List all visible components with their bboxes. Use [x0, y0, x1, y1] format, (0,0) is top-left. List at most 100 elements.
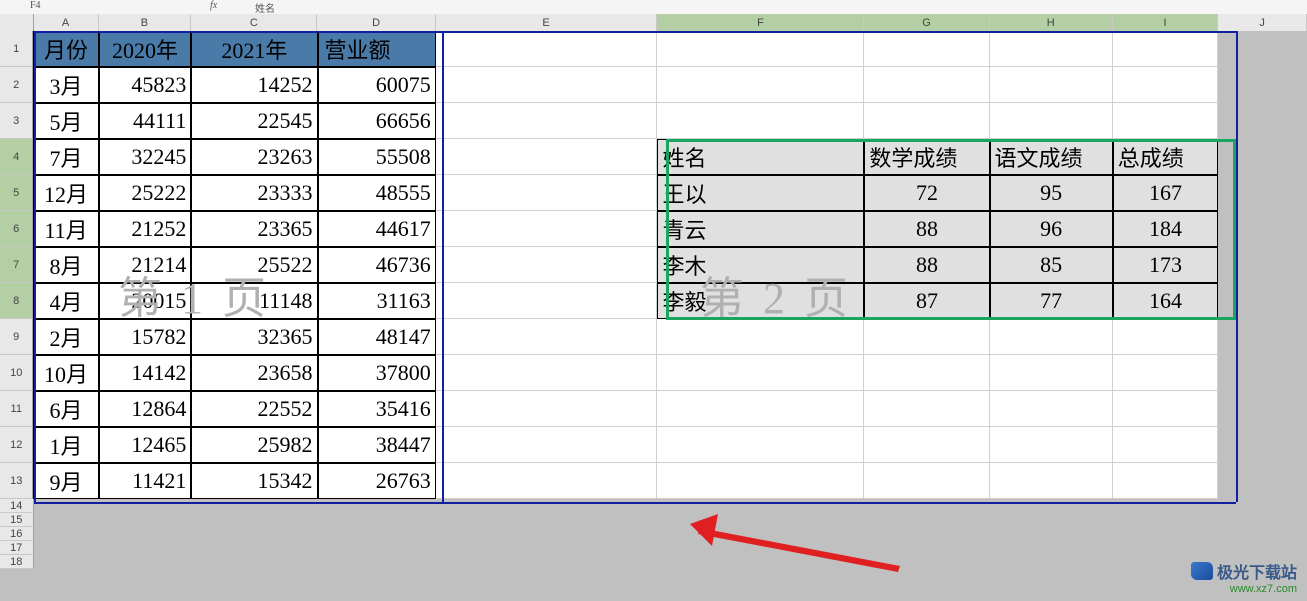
cell-F9[interactable] [657, 319, 864, 355]
cell-E7[interactable] [436, 247, 658, 283]
cell-G6[interactable]: 88 [864, 211, 989, 247]
cell-I6[interactable]: 184 [1113, 211, 1219, 247]
row-header-10[interactable]: 10 [0, 355, 33, 391]
cell-I9[interactable] [1113, 319, 1218, 355]
cell-F6[interactable]: 青云 [657, 211, 864, 247]
cell-A11[interactable]: 6月 [33, 391, 98, 427]
cell-B3[interactable]: 44111 [99, 103, 192, 139]
cell-J9[interactable] [1218, 319, 1307, 355]
cell-I14[interactable] [1113, 499, 1219, 513]
cell-J5[interactable] [1218, 175, 1307, 211]
row-header-14[interactable]: 14 [0, 499, 34, 513]
cell-A9[interactable]: 2月 [33, 319, 98, 355]
cell-E8[interactable] [436, 283, 658, 319]
cell-H13[interactable] [990, 463, 1113, 499]
cell-F1[interactable] [657, 31, 864, 67]
cell-I11[interactable] [1113, 391, 1218, 427]
cell-A12[interactable]: 1月 [33, 427, 98, 463]
cell-J10[interactable] [1218, 355, 1307, 391]
cell-E6[interactable] [436, 211, 658, 247]
cell-H14[interactable] [990, 499, 1113, 513]
cell-H12[interactable] [990, 427, 1113, 463]
cell-I1[interactable] [1113, 31, 1218, 67]
cell-E9[interactable] [436, 319, 658, 355]
cell-G2[interactable] [864, 67, 989, 103]
col-header-G[interactable]: G [864, 14, 989, 31]
row-header-18[interactable]: 18 [0, 555, 34, 569]
col-header-I[interactable]: I [1113, 14, 1218, 31]
row-header-15[interactable]: 15 [0, 513, 34, 527]
cell-B7[interactable]: 21214 [99, 247, 192, 283]
cell-E5[interactable] [436, 175, 658, 211]
cell-E3[interactable] [436, 103, 658, 139]
cell-G1[interactable] [864, 31, 989, 67]
cell-A5[interactable]: 12月 [33, 175, 98, 211]
cell-B2[interactable]: 45823 [99, 67, 192, 103]
row-header-7[interactable]: 7 [0, 247, 33, 283]
cell-C6[interactable]: 23365 [191, 211, 317, 247]
cell-G11[interactable] [864, 391, 989, 427]
row-header-1[interactable]: 1 [0, 31, 33, 67]
cell-E13[interactable] [436, 463, 658, 499]
fx-value[interactable]: 姓名 [255, 0, 275, 15]
row-header-9[interactable]: 9 [0, 319, 33, 355]
cell-F10[interactable] [657, 355, 864, 391]
cell-B4[interactable]: 32245 [99, 139, 192, 175]
cell-G12[interactable] [864, 427, 989, 463]
name-box[interactable]: F4 [30, 0, 41, 11]
cell-C4[interactable]: 23263 [191, 139, 317, 175]
cell-D2[interactable]: 60075 [318, 67, 436, 103]
cell-D14[interactable] [317, 499, 435, 513]
cell-I2[interactable] [1113, 67, 1218, 103]
cell-B10[interactable]: 14142 [99, 355, 192, 391]
cell-I13[interactable] [1113, 463, 1218, 499]
row-header-2[interactable]: 2 [0, 67, 33, 103]
cell-E2[interactable] [436, 67, 658, 103]
cell-J4[interactable] [1218, 139, 1307, 175]
cell-C8[interactable]: 11148 [191, 283, 317, 319]
cell-G13[interactable] [864, 463, 989, 499]
row-header-11[interactable]: 11 [0, 391, 33, 427]
cell-G14[interactable] [864, 499, 989, 513]
row-header-6[interactable]: 6 [0, 211, 33, 247]
cell-D8[interactable]: 31163 [318, 283, 436, 319]
cell-I4[interactable]: 总成绩 [1113, 139, 1219, 175]
cell-C9[interactable]: 32365 [191, 319, 317, 355]
cell-J11[interactable] [1218, 391, 1307, 427]
cell-F2[interactable] [657, 67, 864, 103]
select-all-corner[interactable] [0, 14, 34, 31]
row-header-3[interactable]: 3 [0, 103, 33, 139]
cell-B14[interactable] [99, 499, 192, 513]
row-header-12[interactable]: 12 [0, 427, 33, 463]
cell-B12[interactable]: 12465 [99, 427, 192, 463]
cell-D13[interactable]: 26763 [318, 463, 436, 499]
col-header-B[interactable]: B [99, 14, 192, 31]
cell-D6[interactable]: 44617 [318, 211, 436, 247]
cell-H3[interactable] [990, 103, 1113, 139]
cell-A14[interactable] [34, 499, 99, 513]
cell-F14[interactable] [657, 499, 864, 513]
cell-F4[interactable]: 姓名 [657, 139, 864, 175]
cell-C14[interactable] [191, 499, 317, 513]
cell-F5[interactable]: 王以 [657, 175, 864, 211]
cell-B5[interactable]: 25222 [99, 175, 192, 211]
cell-C3[interactable]: 22545 [191, 103, 317, 139]
cell-A8[interactable]: 4月 [33, 283, 98, 319]
cell-D7[interactable]: 46736 [318, 247, 436, 283]
cell-A2[interactable]: 3月 [33, 67, 98, 103]
cell-I8[interactable]: 164 [1113, 283, 1219, 319]
cell-B1[interactable]: 2020年 [99, 31, 192, 67]
row-header-13[interactable]: 13 [0, 463, 33, 499]
cell-C2[interactable]: 14252 [191, 67, 317, 103]
cell-A13[interactable]: 9月 [33, 463, 98, 499]
cell-J8[interactable] [1218, 283, 1307, 319]
cell-J6[interactable] [1218, 211, 1307, 247]
col-header-J[interactable]: J [1218, 14, 1307, 31]
cell-G10[interactable] [864, 355, 989, 391]
cell-E1[interactable] [436, 31, 658, 67]
cell-E12[interactable] [436, 427, 658, 463]
cell-D1[interactable]: 营业额 [318, 31, 436, 67]
cell-J3[interactable] [1218, 103, 1307, 139]
cell-A6[interactable]: 11月 [33, 211, 98, 247]
cell-E14[interactable] [436, 499, 658, 513]
